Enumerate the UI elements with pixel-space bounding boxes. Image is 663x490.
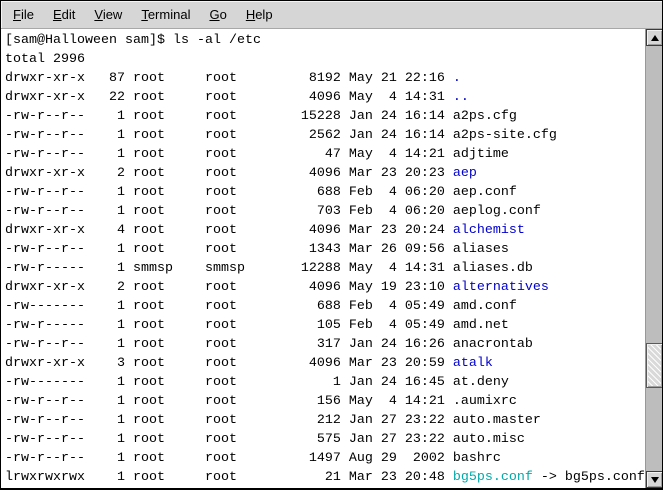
terminal-text: drwxr-xr-x 4 root root 4096 Mar 23 20:24 <box>5 223 453 238</box>
terminal-line: lrwxrwxrwx 1 root root 21 Mar 23 20:48 b… <box>5 468 645 487</box>
terminal-text: lrwxrwxrwx 1 root root 21 Mar 23 20:48 <box>5 470 453 485</box>
terminal-line: -rw-r--r-- 1 root root 317 Jan 24 16:26 … <box>5 335 645 354</box>
terminal-line: [sam@Halloween sam]$ ls -al /etc <box>5 31 645 50</box>
terminal-line: -rw-r----- 1 smmsp smmsp 12288 May 4 14:… <box>5 259 645 278</box>
terminal-line: -rw-r--r-- 1 root root 47 May 4 14:21 ad… <box>5 145 645 164</box>
terminal-line: drwxr-xr-x 4 root root 4096 Mar 23 20:24… <box>5 221 645 240</box>
terminal-line: -rw-r--r-- 1 root root 156 May 4 14:21 .… <box>5 392 645 411</box>
terminal-text: -rw------- 1 root root 688 Feb 4 05:49 a… <box>5 299 517 314</box>
terminal-line: -rw-r--r-- 1 root root 1497 Aug 29 2002 … <box>5 449 645 468</box>
terminal-line: -rw------- 1 root root 688 Feb 4 05:49 a… <box>5 297 645 316</box>
menu-item-edit[interactable]: Edit <box>51 4 77 25</box>
terminal-text: total 2996 <box>5 52 85 67</box>
arrow-up-icon <box>651 35 659 41</box>
terminal-text: -rw-r--r-- 1 root root 2562 Jan 24 16:14… <box>5 128 557 143</box>
terminal-line: -rw-r----- 1 root root 105 Feb 4 05:49 a… <box>5 316 645 335</box>
terminal-text: -rw------- 1 root root 1 Jan 24 16:45 at… <box>5 375 509 390</box>
terminal-line: drwxr-xr-x 22 root root 4096 May 4 14:31… <box>5 88 645 107</box>
directory-name: . <box>453 71 461 86</box>
arrow-down-icon <box>651 477 659 483</box>
menu-item-help[interactable]: Help <box>244 4 275 25</box>
terminal-line: -rw-r--r-- 1 root root 575 Jan 27 23:22 … <box>5 430 645 449</box>
terminal-line: -rw-r--r-- 1 root root 212 Jan 27 23:22 … <box>5 411 645 430</box>
scroll-down-button[interactable] <box>646 471 663 488</box>
terminal-text: drwxr-xr-x 3 root root 4096 Mar 23 20:59 <box>5 356 453 371</box>
terminal-text: -> bg5ps.conf <box>533 470 645 485</box>
terminal-text: -rw-r--r-- 1 root root 156 May 4 14:21 .… <box>5 394 517 409</box>
terminal-line: -rw-r--r-- 1 root root 15228 Jan 24 16:1… <box>5 107 645 126</box>
terminal-text: -rw-r----- 1 smmsp smmsp 12288 May 4 14:… <box>5 261 533 276</box>
terminal-text: -rw-r--r-- 1 root root 703 Feb 4 06:20 a… <box>5 204 541 219</box>
menu-item-file[interactable]: File <box>11 4 36 25</box>
directory-name: aep <box>453 166 477 181</box>
symlink-name: bg5ps.conf <box>453 470 533 485</box>
scrollbar-thumb[interactable] <box>646 343 663 388</box>
scroll-up-button[interactable] <box>646 29 663 46</box>
terminal-text: drwxr-xr-x 2 root root 4096 Mar 23 20:23 <box>5 166 453 181</box>
terminal-text: drwxr-xr-x 22 root root 4096 May 4 14:31 <box>5 90 453 105</box>
terminal-output[interactable]: [sam@Halloween sam]$ ls -al /etc total 29… <box>1 29 645 488</box>
terminal-line: -rw-r--r-- 1 root root 688 Feb 4 06:20 a… <box>5 183 645 202</box>
terminal-window: File Edit View Terminal Go Help [sam@Hal… <box>0 0 663 490</box>
terminal-text: -rw-r--r-- 1 root root 15228 Jan 24 16:1… <box>5 109 517 124</box>
terminal-text: -rw-r--r-- 1 root root 688 Feb 4 06:20 a… <box>5 185 517 200</box>
terminal-text: -rw-r--r-- 1 root root 1497 Aug 29 2002 … <box>5 451 501 466</box>
menu-item-terminal[interactable]: Terminal <box>139 4 192 25</box>
terminal-line: -rw-r--r-- 1 root root 703 Feb 4 06:20 a… <box>5 202 645 221</box>
terminal-text: -rw-r--r-- 1 root root 317 Jan 24 16:26 … <box>5 337 533 352</box>
terminal-line: drwxr-xr-x 3 root root 4096 Mar 23 20:59… <box>5 354 645 373</box>
menu-item-go[interactable]: Go <box>207 4 228 25</box>
terminal-text: -rw-r--r-- 1 root root 575 Jan 27 23:22 … <box>5 432 525 447</box>
menu-item-view[interactable]: View <box>92 4 124 25</box>
directory-name: alchemist <box>453 223 525 238</box>
terminal-line: total 2996 <box>5 50 645 69</box>
terminal-line: drwxr-xr-x 87 root root 8192 May 21 22:1… <box>5 69 645 88</box>
terminal-text: -rw-r--r-- 1 root root 212 Jan 27 23:22 … <box>5 413 541 428</box>
terminal-text: -rw-r----- 1 root root 105 Feb 4 05:49 a… <box>5 318 509 333</box>
terminal-line: drwxr-xr-x 2 root root 4096 May 19 23:10… <box>5 278 645 297</box>
terminal-line: -rw-r--r-- 1 root root 1343 Mar 26 09:56… <box>5 240 645 259</box>
terminal-text: -rw-r--r-- 1 root root 1343 Mar 26 09:56… <box>5 242 509 257</box>
terminal-text: drwxr-xr-x 87 root root 8192 May 21 22:1… <box>5 71 453 86</box>
directory-name: .. <box>453 90 469 105</box>
directory-name: alternatives <box>453 280 549 295</box>
scrollbar[interactable] <box>645 29 662 488</box>
terminal-text: [sam@Halloween sam]$ ls -al /etc <box>5 33 261 48</box>
terminal-text: drwxr-xr-x 2 root root 4096 May 19 23:10 <box>5 280 453 295</box>
terminal-line: drwxr-xr-x 2 root root 4096 Mar 23 20:23… <box>5 164 645 183</box>
directory-name: atalk <box>453 356 493 371</box>
menu-bar: File Edit View Terminal Go Help <box>1 1 662 29</box>
terminal-line: -rw------- 1 root root 1 Jan 24 16:45 at… <box>5 373 645 392</box>
terminal-text: -rw-r--r-- 1 root root 47 May 4 14:21 ad… <box>5 147 509 162</box>
terminal-line: -rw-r--r-- 1 root root 2562 Jan 24 16:14… <box>5 126 645 145</box>
